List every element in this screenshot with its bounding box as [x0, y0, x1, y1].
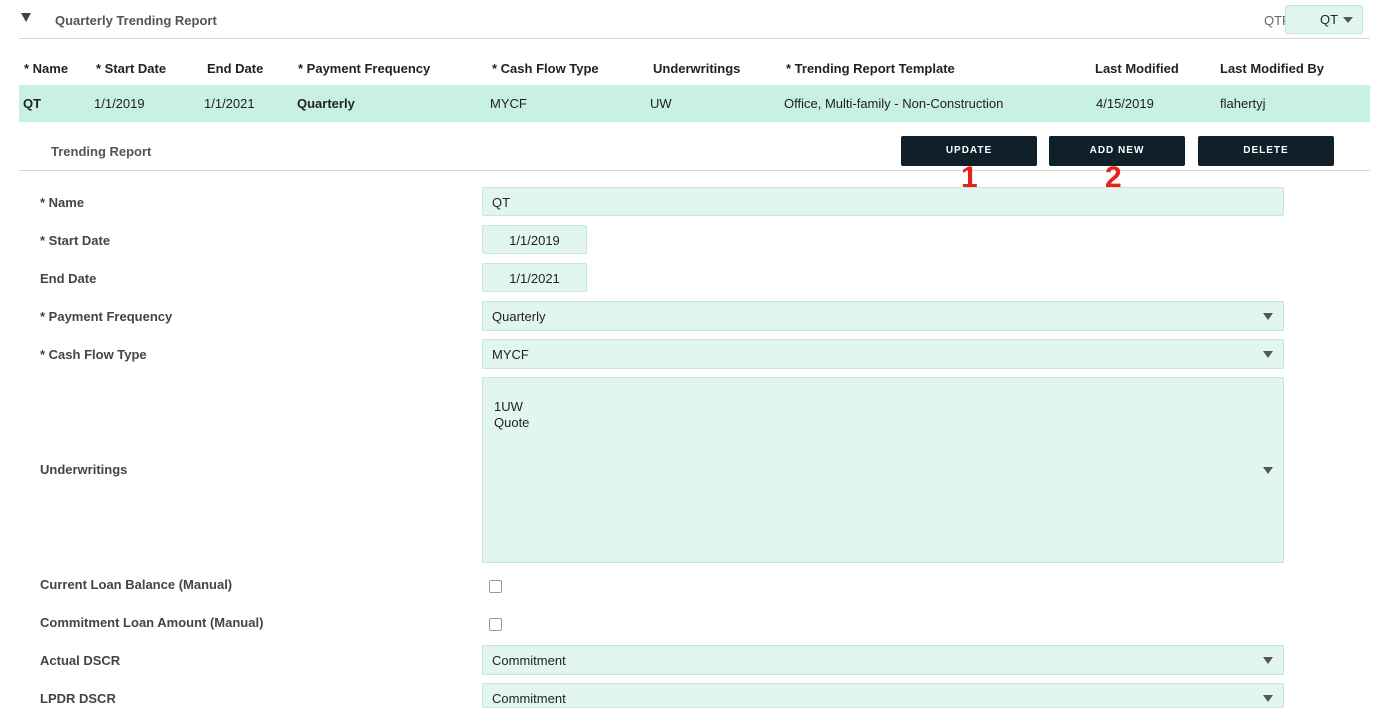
- qtr-select-value: QT: [1320, 12, 1339, 27]
- underwritings-multiselect[interactable]: 1UW Quote: [482, 377, 1284, 563]
- cell-trending-report-template: Office, Multi-family - Non-Construction: [784, 96, 1004, 111]
- current-loan-balance-label: Current Loan Balance (Manual): [40, 577, 233, 592]
- cell-underwritings: UW: [650, 96, 672, 111]
- cell-last-modified: 4/15/2019: [1096, 96, 1154, 111]
- actual-dscr-value: Commitment: [492, 653, 566, 668]
- collapse-triangle-icon[interactable]: [21, 13, 31, 22]
- chevron-down-icon: [1263, 467, 1273, 474]
- actual-dscr-label: Actual DSCR: [40, 653, 121, 668]
- lpdr-dscr-value: Commitment: [492, 691, 566, 706]
- qtr-select[interactable]: QT: [1285, 5, 1363, 34]
- cell-start-date: 1/1/2019: [94, 96, 145, 111]
- commitment-loan-amount-checkbox[interactable]: [489, 618, 502, 631]
- cell-name: QT: [23, 96, 42, 111]
- cell-payment-frequency: Quarterly: [297, 96, 355, 111]
- lpdr-dscr-label: LPDR DSCR: [40, 691, 116, 706]
- actual-dscr-select[interactable]: Commitment: [482, 645, 1284, 675]
- grid-header: * Name * Start Date End Date * Payment F…: [19, 60, 1370, 80]
- detail-header: Trending Report UPDATE ADD NEW DELETE: [19, 130, 1370, 171]
- detail-title: Trending Report: [51, 144, 152, 159]
- name-label: * Name: [40, 195, 85, 210]
- chevron-down-icon: [1263, 351, 1273, 358]
- column-header-end-date[interactable]: End Date: [207, 61, 263, 76]
- cell-last-modified-by: flahertyj: [1220, 96, 1266, 111]
- underwritings-option[interactable]: 1UW: [494, 399, 1283, 415]
- column-header-trending-report-template[interactable]: * Trending Report Template: [786, 61, 955, 76]
- commitment-loan-amount-label: Commitment Loan Amount (Manual): [40, 615, 264, 630]
- start-date-label: * Start Date: [40, 233, 111, 248]
- column-header-cash-flow-type[interactable]: * Cash Flow Type: [492, 61, 599, 76]
- column-header-payment-frequency[interactable]: * Payment Frequency: [298, 61, 430, 76]
- underwritings-label: Underwritings: [40, 462, 128, 477]
- cell-end-date: 1/1/2021: [204, 96, 255, 111]
- payment-frequency-label: * Payment Frequency: [40, 309, 173, 324]
- section-header: Quarterly Trending Report QTR: QT: [19, 0, 1370, 39]
- current-loan-balance-checkbox[interactable]: [489, 580, 502, 593]
- column-header-name[interactable]: * Name: [24, 61, 68, 76]
- end-date-label: End Date: [40, 271, 97, 286]
- table-row[interactable]: QT 1/1/2019 1/1/2021 Quarterly MYCF UW O…: [19, 85, 1370, 122]
- cell-cash-flow-type: MYCF: [490, 96, 527, 111]
- cash-flow-type-label: * Cash Flow Type: [40, 347, 147, 362]
- chevron-down-icon: [1263, 695, 1273, 702]
- delete-button[interactable]: DELETE: [1198, 136, 1334, 166]
- start-date-input[interactable]: 1/1/2019: [482, 225, 587, 254]
- chevron-down-icon: [1263, 313, 1273, 320]
- column-header-last-modified-by[interactable]: Last Modified By: [1220, 61, 1324, 76]
- chevron-down-icon: [1263, 657, 1273, 664]
- underwritings-option[interactable]: Quote: [494, 415, 1283, 431]
- chevron-down-icon: [1343, 17, 1353, 23]
- lpdr-dscr-select[interactable]: Commitment: [482, 683, 1284, 708]
- cash-flow-type-select[interactable]: MYCF: [482, 339, 1284, 369]
- payment-frequency-value: Quarterly: [492, 309, 546, 324]
- section-title: Quarterly Trending Report: [55, 13, 217, 28]
- name-input[interactable]: QT: [482, 187, 1284, 216]
- cash-flow-type-value: MYCF: [492, 347, 529, 362]
- end-date-input[interactable]: 1/1/2021: [482, 263, 587, 292]
- payment-frequency-select[interactable]: Quarterly: [482, 301, 1284, 331]
- column-header-start-date[interactable]: * Start Date: [96, 61, 166, 76]
- column-header-last-modified[interactable]: Last Modified: [1095, 61, 1179, 76]
- column-header-underwritings[interactable]: Underwritings: [653, 61, 740, 76]
